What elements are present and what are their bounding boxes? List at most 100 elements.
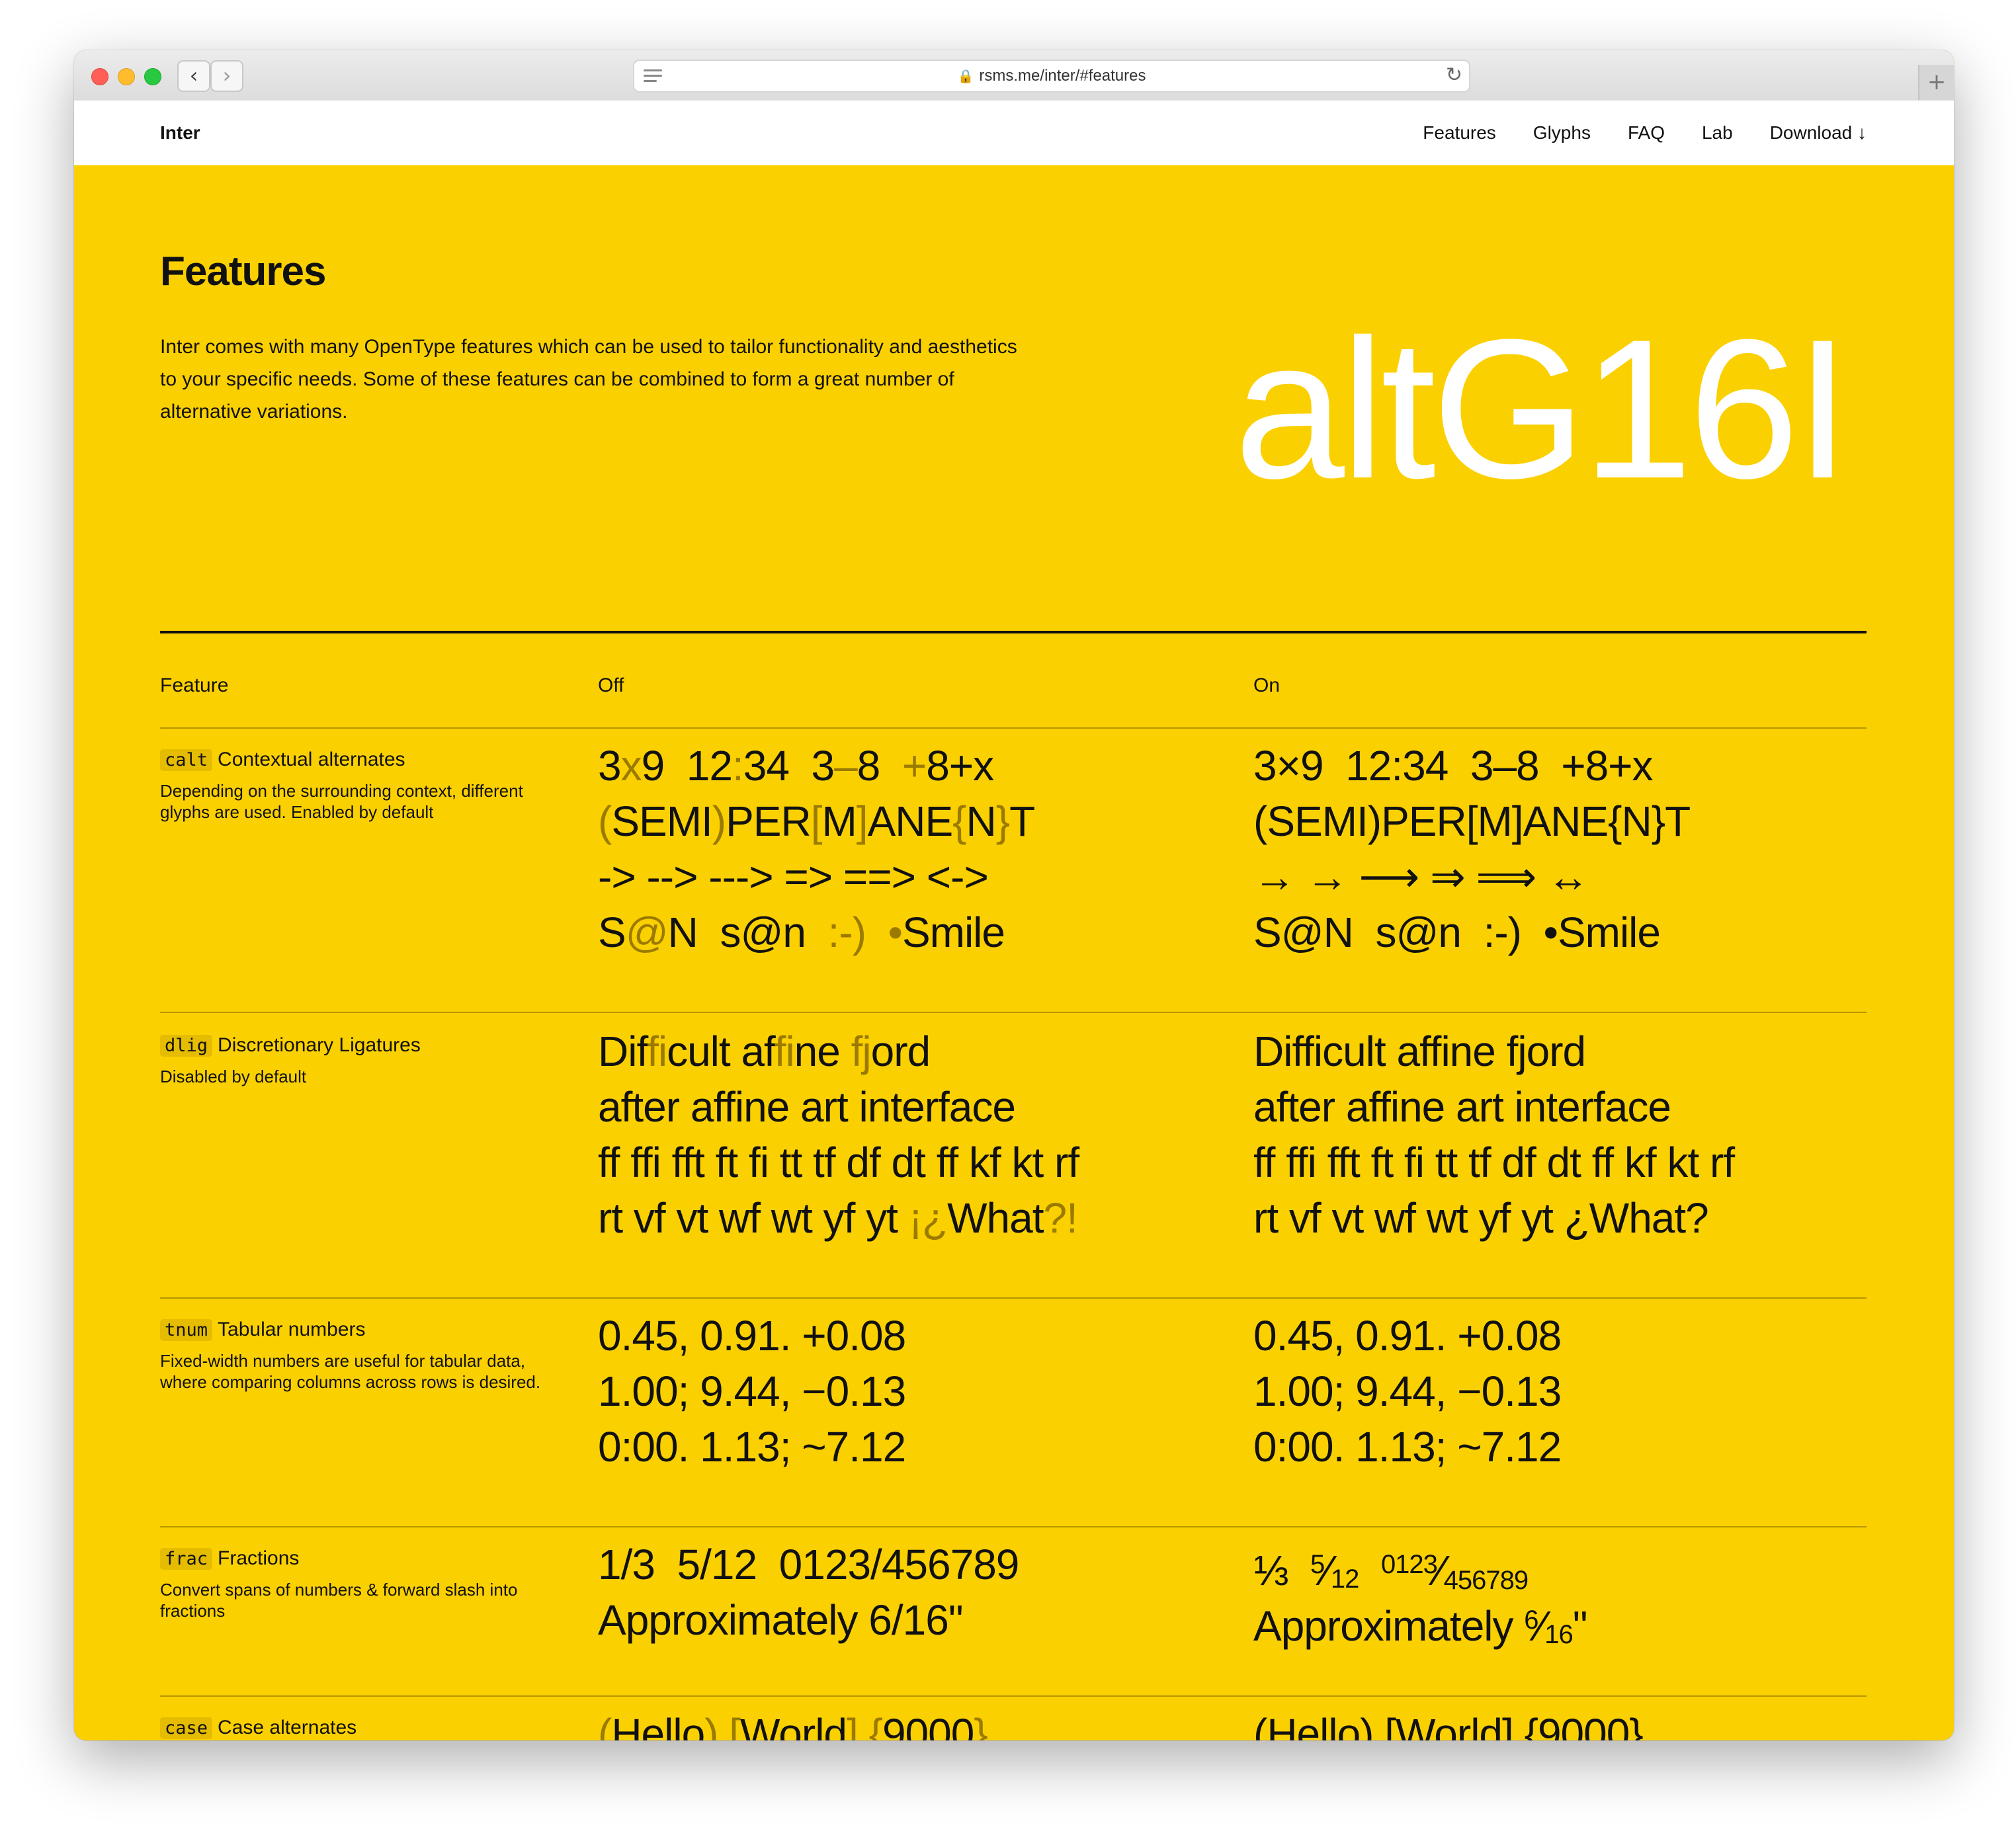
feature-description: Disabled by default <box>160 1067 307 1086</box>
sample-glyphs: What <box>947 1194 1044 1242</box>
sample-glyphs: 3×9 12:34 3–8 +8+x <box>1253 742 1654 790</box>
sample-glyphs: T <box>1009 797 1035 845</box>
sample-line: -> --> ---> => ==> <-> <box>598 849 1034 905</box>
feature-tag: frac <box>160 1548 213 1570</box>
sample-glyphs: 12 <box>1330 1565 1359 1594</box>
sample-glyphs: Smile <box>902 909 1005 956</box>
url-value: rsms.me/inter/#features <box>979 67 1146 85</box>
sample-glyphs: PER <box>726 797 812 845</box>
sample-glyphs: 16 <box>1544 1620 1573 1649</box>
sample-glyphs: 456789 <box>1443 1566 1529 1595</box>
sample-glyphs: S@N s@n :-) •Smile <box>1253 909 1661 956</box>
sample-line: rt vf vt wf wt yf yt ¡¿What?! <box>598 1190 1079 1246</box>
sample-glyphs: 0.45, 0.91. +0.08 <box>598 1312 906 1360</box>
sample-glyphs <box>1359 1547 1381 1594</box>
sample-glyphs: 0123 <box>1380 1550 1438 1579</box>
sample-glyphs <box>866 909 888 956</box>
zoom-window-button[interactable] <box>144 68 161 85</box>
sample-line: S@N s@n :-) •Smile <box>598 905 1034 960</box>
nav-lab[interactable]: Lab <box>1702 122 1733 143</box>
row-divider <box>160 1695 1867 1697</box>
nav-glyphs[interactable]: Glyphs <box>1533 122 1591 143</box>
sample-glyphs: rt vf vt wf wt yf yt ¿What? <box>1253 1194 1709 1242</box>
site-nav: Features Glyphs FAQ Lab Download ↓ <box>1386 101 1867 165</box>
sample-glyphs <box>718 1710 729 1740</box>
sample-glyphs: 8 <box>857 742 902 790</box>
feature-tag: case <box>160 1717 213 1739</box>
sample-glyphs: 0:00. 1.13; ~7.12 <box>598 1423 906 1471</box>
sample-on-tnum: 0.45, 0.91. +0.08 1.00; 9.44, −0.13 0:00. … <box>1253 1308 1562 1475</box>
sample-off-tnum: 0.45, 0.91. +0.08 1.00; 9.44, −0.13 0:00. … <box>598 1308 906 1475</box>
sample-line: Difficult affine fjord <box>1253 1024 1734 1079</box>
sample-line: (SEMI)PER[M]ANE{N}T <box>1253 793 1691 849</box>
sample-glyphs: " <box>1572 1602 1588 1650</box>
minimize-window-button[interactable] <box>118 68 135 85</box>
sample-off-case: (Hello) [World] {9000}A@B 3 + 9 ≈ 12 * 1… <box>598 1706 1052 1740</box>
sample-glyphs: after affine art interface <box>1253 1083 1671 1131</box>
sample-glyphs: World <box>740 1710 847 1740</box>
feature-calt: calt Contextual alternates Depending on th… <box>160 749 557 823</box>
feature-case: caseCase alternatesAlternate glyphs that… <box>160 1717 557 1740</box>
sample-glyphs: ?! <box>1043 1194 1077 1242</box>
sample-glyphs: 0.45, 0.91. +0.08 <box>1253 1312 1562 1360</box>
chevron-left-icon: ‹ <box>189 63 198 88</box>
sample-glyphs: S <box>598 909 626 956</box>
browser-window: ‹ › 🔒 rsms.me/inter/#features ↻ + Inter F… <box>74 50 1954 1740</box>
close-window-button[interactable] <box>91 68 108 85</box>
sample-glyphs: ne <box>794 1028 851 1075</box>
sample-glyphs: 9 12 <box>641 742 733 790</box>
features-section: Features Inter comes with many OpenType … <box>74 165 1954 1740</box>
column-header-feature: Feature <box>160 674 229 696</box>
nav-features[interactable]: Features <box>1423 122 1496 143</box>
sample-glyphs <box>858 1710 869 1740</box>
lock-icon: 🔒 <box>957 69 974 84</box>
feature-dlig: dlig Discretionary Ligatures Disabled by d… <box>160 1034 557 1087</box>
site-logo[interactable]: Inter <box>160 101 200 165</box>
back-button[interactable]: ‹ <box>177 60 210 92</box>
sample-glyphs: { <box>868 1710 883 1740</box>
sample-glyphs: ff ffi fft ft fi tt tf df dt ff kf kt rf <box>598 1139 1079 1186</box>
sample-glyphs: 8+x <box>926 742 994 790</box>
sample-on-case: (Hello) [World] {9000}A@B 3 + 9 ≈ 12 * 1… <box>1253 1706 1708 1740</box>
nav-faq[interactable]: FAQ <box>1628 122 1665 143</box>
sample-glyphs: fi <box>647 1028 667 1075</box>
sample-line: ff ffi fft ft fi tt tf df dt ff kf kt rf <box>1253 1135 1735 1190</box>
sample-glyphs: ⁄ <box>1538 1602 1546 1650</box>
sample-glyphs: ord <box>870 1028 931 1075</box>
sample-line: after affine art interface <box>1253 1079 1734 1135</box>
address-bar[interactable]: 🔒 rsms.me/inter/#features ↻ <box>633 60 1470 93</box>
feature-name: Fractions <box>218 1547 300 1569</box>
sample-glyphs: Hello <box>611 1710 705 1740</box>
nav-download[interactable]: Download ↓ <box>1770 122 1867 143</box>
hero-sample-text: altG16I <box>1234 298 1850 520</box>
sample-glyphs: ) <box>704 1710 718 1740</box>
sample-on-calt: 3×9 12:34 3–8 +8+x (SEMI)PER[M]ANE{N}T → →… <box>1253 738 1691 960</box>
forward-button[interactable]: › <box>210 60 243 92</box>
sample-glyphs: ff ffi fft ft fi tt tf df dt ff kf kt rf <box>1253 1139 1735 1186</box>
sample-line: 1.00; 9.44, −0.13 <box>1253 1363 1562 1419</box>
feature-name: Discretionary Ligatures <box>218 1034 421 1056</box>
reload-icon[interactable]: ↻ <box>1446 63 1462 87</box>
column-header-on: On <box>1253 674 1281 696</box>
sample-line: 3×9 12:34 3–8 +8+x <box>1253 738 1690 793</box>
sample-glyphs: :-) <box>827 909 866 956</box>
sample-line: ⅓ 5⁄12 0123⁄456789 <box>1253 1537 1587 1595</box>
sample-glyphs: 6 <box>1524 1605 1538 1635</box>
sample-line: 0.45, 0.91. +0.08 <box>598 1308 906 1363</box>
sample-glyphs: – <box>834 742 858 790</box>
sample-glyphs: 5 <box>1310 1550 1325 1579</box>
sample-line: 1.00; 9.44, −0.13 <box>598 1363 906 1419</box>
sample-glyphs: [ <box>729 1710 741 1740</box>
feature-name: Case alternates <box>218 1717 357 1738</box>
sample-glyphs: N <box>966 797 997 845</box>
sample-glyphs: • <box>888 909 903 956</box>
sample-glyphs: ⁄ <box>1437 1547 1445 1594</box>
new-tab-button[interactable]: + <box>1918 65 1954 101</box>
sample-on-dlig: Difficult affine fjord after affine art i… <box>1253 1024 1735 1246</box>
site-header: Inter Features Glyphs FAQ Lab Download ↓ <box>74 101 1954 165</box>
feature-description: Depending on the surrounding context, di… <box>160 781 523 822</box>
sample-glyphs: [ <box>810 797 823 845</box>
sample-line: (Hello) [World] {9000} <box>598 1706 1052 1740</box>
sample-line: (SEMI)PER[M]ANE{N}T <box>598 793 1035 849</box>
sample-line: 0:00. 1.13; ~7.12 <box>1253 1419 1562 1475</box>
